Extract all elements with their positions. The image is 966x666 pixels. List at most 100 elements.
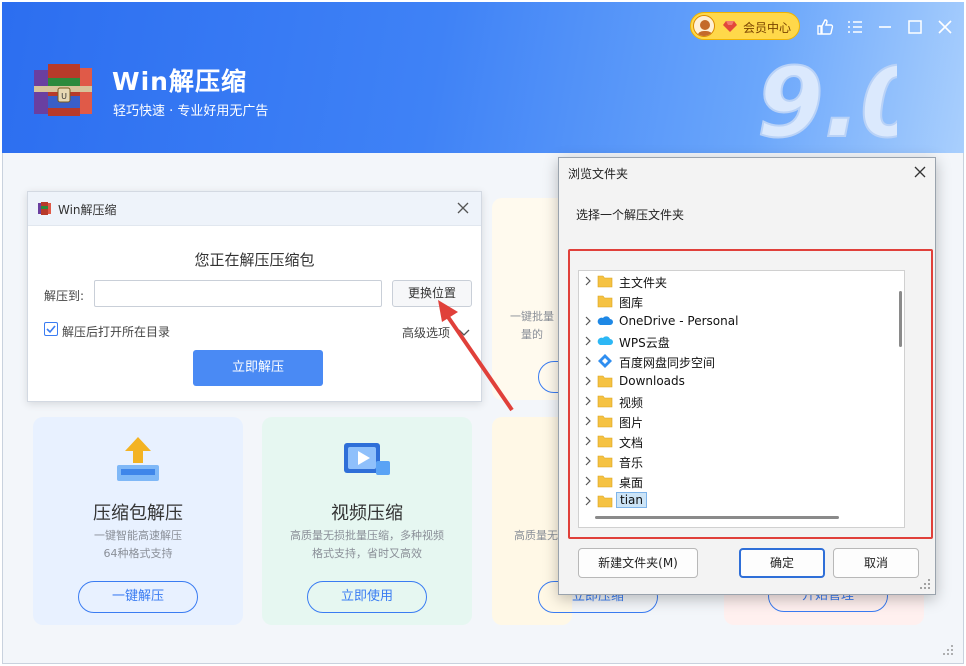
folder-icon — [597, 295, 613, 308]
minimize-icon[interactable] — [876, 18, 894, 36]
open-after-checkbox[interactable] — [44, 322, 58, 336]
tree-item-label: 百度网盘同步空间 — [619, 356, 716, 370]
dialog-prompt: 选择一个解压文件夹 — [576, 208, 685, 222]
baidu-netdisk-icon — [598, 354, 612, 368]
close-icon[interactable] — [936, 18, 954, 36]
tree-item-label: 桌面 — [619, 476, 644, 490]
onedrive-cloud-icon — [597, 316, 613, 325]
winrar-logo-icon: U — [34, 64, 92, 116]
chevron-right-icon[interactable] — [583, 316, 593, 326]
tree-item-label: Downloads — [619, 374, 685, 388]
tree-item[interactable]: 视频 — [579, 391, 885, 411]
tree-item-label: 视频 — [619, 396, 644, 410]
chevron-right-icon[interactable] — [583, 376, 593, 386]
wps-cloud-icon — [597, 336, 613, 345]
extract-to-label: 解压到: — [44, 289, 85, 303]
tree-item[interactable]: 音乐 — [579, 451, 885, 471]
tree-item[interactable]: tian — [579, 491, 885, 511]
tree-item[interactable]: Downloads — [579, 371, 885, 391]
tree-item-label: OneDrive - Personal — [619, 314, 739, 328]
close-icon[interactable] — [913, 165, 927, 179]
card-title: 视频压缩 — [331, 503, 403, 524]
folder-icon — [597, 435, 613, 448]
vip-label: 会员中心 — [743, 21, 792, 35]
chevron-right-icon[interactable] — [583, 456, 593, 466]
window-resize-grip-icon[interactable] — [940, 642, 954, 656]
chevron-right-icon[interactable] — [583, 276, 593, 286]
folder-icon — [597, 475, 613, 488]
tree-item[interactable]: 文档 — [579, 431, 885, 451]
new-folder-button[interactable]: 新建文件夹(M) — [578, 548, 698, 578]
tree-item[interactable]: WPS云盘 — [579, 331, 885, 351]
tree-item-label: 图库 — [619, 296, 644, 310]
browse-folder-dialog: 浏览文件夹 选择一个解压文件夹 主文件夹图库 OneDrive - Persona… — [558, 157, 936, 595]
one-click-extract-button[interactable]: 一键解压 — [78, 581, 198, 613]
tree-item[interactable]: 百度网盘同步空间 — [579, 351, 885, 371]
annotation-arrow — [438, 300, 514, 412]
tree-item-label: WPS云盘 — [619, 336, 670, 350]
resize-grip-icon[interactable] — [919, 578, 931, 590]
tree-item-label: 主文件夹 — [619, 276, 668, 290]
app-icon — [38, 202, 51, 215]
chevron-right-icon[interactable] — [583, 496, 593, 506]
app-subtitle: 轻巧快速 · 专业好用无广告 — [113, 104, 269, 119]
card-desc: 一键智能高速解压 — [94, 529, 182, 542]
folder-icon — [597, 495, 613, 508]
avatar — [693, 15, 715, 37]
tree-item[interactable]: 图库 — [579, 291, 885, 311]
folder-icon — [597, 375, 613, 388]
tree-item-label: 音乐 — [619, 456, 644, 470]
app-title: Win解压缩 — [112, 67, 247, 96]
folder-icon — [597, 395, 613, 408]
svg-text:9.0: 9.0 — [757, 47, 897, 144]
version-badge: 9.0 — [757, 46, 897, 144]
feature-card-extract: 压缩包解压 一键智能高速解压 64种格式支持 一键解压 — [33, 417, 243, 625]
chevron-right-icon[interactable] — [583, 356, 593, 366]
chevron-right-icon[interactable] — [583, 416, 593, 426]
tree-item[interactable]: 主文件夹 — [579, 271, 885, 291]
card-title: 压缩包解压 — [93, 503, 183, 524]
check-icon — [46, 325, 56, 334]
card-desc: 格式支持，省时又高效 — [312, 547, 422, 560]
cancel-button[interactable]: 取消 — [833, 548, 919, 578]
video-compress-icon — [344, 443, 390, 475]
dialog-title: 浏览文件夹 — [568, 167, 629, 181]
vip-center-button[interactable]: 会员中心 — [690, 12, 800, 40]
extract-dialog: Win解压缩 您正在解压压缩包 解压到: 更换位置 解压后打开所在目录 高级选项… — [27, 191, 482, 402]
use-now-button[interactable]: 立即使用 — [307, 581, 427, 613]
tree-item-label: 图片 — [619, 416, 644, 430]
diamond-icon — [723, 21, 737, 32]
folder-icon — [597, 415, 613, 428]
horizontal-scrollbar[interactable] — [595, 516, 839, 519]
folder-icon — [597, 275, 613, 288]
tree-item[interactable]: OneDrive - Personal — [579, 311, 885, 331]
tree-item[interactable]: 桌面 — [579, 471, 885, 491]
ok-button[interactable]: 确定 — [739, 548, 825, 578]
folder-tree[interactable]: 主文件夹图库 OneDrive - Personal WPS云盘百度网盘同步空间 Do… — [578, 270, 905, 528]
chevron-right-icon[interactable] — [583, 396, 593, 406]
maximize-icon[interactable] — [906, 18, 924, 36]
archive-extract-icon — [117, 437, 159, 481]
close-icon[interactable] — [455, 200, 471, 216]
card-desc: 高质量无损批量压缩，多种视频 — [290, 529, 444, 542]
tree-item[interactable]: 图片 — [579, 411, 885, 431]
folder-icon — [597, 455, 613, 468]
chevron-right-icon[interactable] — [583, 476, 593, 486]
chevron-right-icon[interactable] — [583, 436, 593, 446]
app-header: U Win解压缩 轻巧快速 · 专业好用无广告 9.0 会员中心 — [2, 2, 964, 153]
vertical-scrollbar[interactable] — [899, 291, 902, 347]
extract-now-button[interactable]: 立即解压 — [193, 350, 323, 386]
thumbs-up-icon[interactable] — [816, 18, 834, 36]
tree-item-label: 文档 — [619, 436, 644, 450]
extract-path-input[interactable] — [94, 280, 382, 307]
menu-icon[interactable] — [846, 18, 864, 36]
card-desc: 64种格式支持 — [103, 547, 173, 560]
dialog-titlebar: Win解压缩 — [28, 192, 481, 226]
feature-card-video: 视频压缩 高质量无损批量压缩，多种视频 格式支持，省时又高效 立即使用 — [262, 417, 472, 625]
dialog-title: Win解压缩 — [58, 203, 117, 217]
open-after-label: 解压后打开所在目录 — [62, 325, 171, 339]
chevron-right-icon[interactable] — [583, 336, 593, 346]
dialog-heading: 您正在解压压缩包 — [194, 251, 315, 269]
tree-item-label: tian — [616, 492, 647, 508]
svg-text:U: U — [61, 92, 67, 101]
